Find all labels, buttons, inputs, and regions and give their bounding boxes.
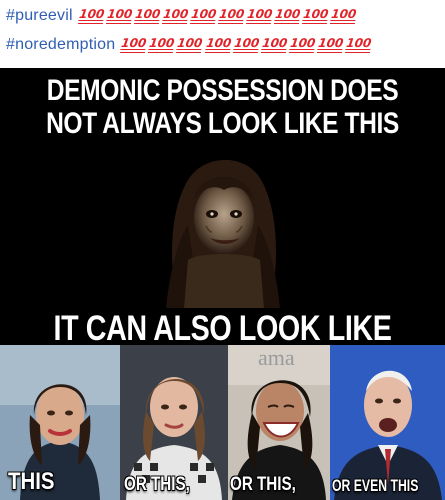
- hundred-emoji-icon: 100: [302, 7, 330, 24]
- hashtag-link[interactable]: #pureevil: [6, 7, 73, 25]
- photo-panel-1: THIS: [0, 345, 120, 500]
- hundred-emoji-icon: 100: [330, 7, 358, 24]
- hashtag-line-1: #pureevil 100 100 100 100 100 100 100 100 100 100: [6, 4, 359, 28]
- hundred-emoji-icon: 100: [176, 36, 204, 53]
- hundred-emoji-icon: 100: [134, 7, 161, 24]
- post-header: #pureevil 100 100 100 100 100 100 100 100 100 100…: [0, 0, 445, 68]
- panel-4-label: OR EVEN THIS: [332, 476, 419, 495]
- hundred-emoji-icon: 100: [289, 36, 316, 53]
- meme-caption-top-line-2: NOT ALWAYS LOOK LIKE THIS: [46, 107, 399, 140]
- hashtag-link[interactable]: #noredemption: [6, 36, 115, 54]
- hundred-emoji-icon: 100: [204, 36, 232, 53]
- hashtag-line-2: #noredemption 100 100 100 100 100 100 100 100 10…: [6, 33, 374, 57]
- hundred-emoji-icon: 100: [148, 36, 176, 53]
- hundred-emoji-icon: 100: [261, 36, 288, 53]
- hundred-emoji-icon: 100: [246, 7, 273, 24]
- photo-strip: THIS OR THIS, OR THIS, OR EVEN THIS ama: [0, 345, 445, 500]
- hundred-emoji-icon: 100: [232, 36, 260, 53]
- panel-2-label: OR THIS,: [124, 474, 190, 495]
- hundred-emoji-icon: 100: [162, 7, 189, 24]
- hundred-emoji-icon: 100: [274, 7, 301, 24]
- hundred-emoji-icon: 100: [106, 7, 133, 24]
- meme-caption-top-line-1: DEMONIC POSSESSION DOES: [46, 74, 399, 107]
- background-sign-text: ama: [258, 345, 295, 370]
- meme-image: DEMONIC POSSESSION DOES NOT ALWAYS LOOK …: [0, 68, 445, 500]
- photo-panel-2: OR THIS,: [120, 345, 228, 500]
- hundred-emoji-icon: 100: [317, 36, 344, 53]
- photo-panel-4: OR EVEN THIS: [330, 345, 445, 500]
- hundred-emoji-icon: 100: [345, 36, 372, 53]
- hundred-emoji-row: 100 100 100 100 100 100 100 100 100: [120, 36, 374, 53]
- hundred-emoji-row: 100 100 100 100 100 100 100 100 100 100: [78, 7, 360, 24]
- meme-caption-middle: IT CAN ALSO LOOK LIKE: [53, 309, 392, 348]
- panel-3-label: OR THIS,: [230, 474, 296, 495]
- hundred-emoji-icon: 100: [190, 7, 217, 24]
- possessed-girl-figure: [166, 159, 280, 308]
- hundred-emoji-icon: 100: [78, 7, 105, 24]
- hundred-emoji-icon: 100: [120, 36, 148, 53]
- panel-1-label: THIS: [8, 468, 55, 495]
- hundred-emoji-icon: 100: [218, 7, 245, 24]
